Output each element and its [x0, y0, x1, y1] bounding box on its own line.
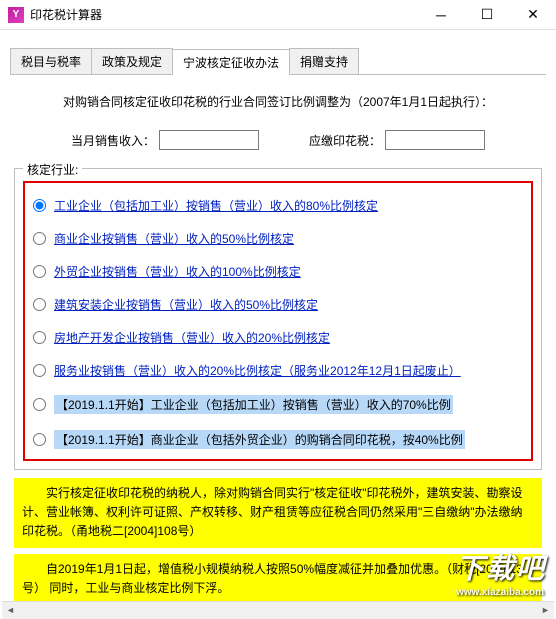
tax-input[interactable]: [385, 130, 485, 150]
sales-input-group: 当月销售收入：: [71, 130, 259, 150]
app-icon: Y: [8, 7, 24, 23]
maximize-button[interactable]: ☐: [464, 0, 510, 30]
fieldset-legend: 核定行业:: [23, 161, 82, 178]
sales-label: 当月销售收入：: [71, 132, 155, 149]
radio-label-0: 工业企业（包括加工业）按销售（营业）收入的80%比例核定: [54, 197, 378, 214]
window-titlebar: Y 印花税计算器 ─ ☐ ✕: [0, 0, 556, 30]
tax-input-group: 应缴印花税：: [309, 130, 485, 150]
radio-label-2: 外贸企业按销售（营业）收入的100%比例核定: [54, 263, 301, 280]
radio-item-0[interactable]: 工业企业（包括加工业）按销售（营业）收入的80%比例核定: [33, 189, 523, 222]
radio-4[interactable]: [33, 331, 46, 344]
radio-label-6: 【2019.1.1开始】工业企业（包括加工业）按销售（营业）收入的70%比例: [54, 395, 453, 414]
radio-label-3: 建筑安装企业按销售（营业）收入的50%比例核定: [54, 296, 318, 313]
radio-box: 工业企业（包括加工业）按销售（营业）收入的80%比例核定 商业企业按销售（营业）…: [23, 181, 533, 461]
radio-6[interactable]: [33, 398, 46, 411]
tab-ningbo[interactable]: 宁波核定征收办法: [172, 49, 290, 75]
window-controls: ─ ☐ ✕: [418, 0, 556, 30]
window-title: 印花税计算器: [30, 6, 418, 23]
note-2: 自2019年1月1日起，增值税小规模纳税人按照50%幅度减征并加叠加优惠。（财税…: [14, 554, 542, 604]
radio-0[interactable]: [33, 199, 46, 212]
minimize-button[interactable]: ─: [418, 0, 464, 30]
close-button[interactable]: ✕: [510, 0, 556, 30]
scroll-track[interactable]: [19, 602, 537, 619]
intro-text: 对购销合同核定征收印花税的行业合同签订比例调整为（2007年1月1日起执行）：: [10, 93, 546, 110]
radio-label-4: 房地产开发企业按销售（营业）收入的20%比例核定: [54, 329, 330, 346]
radio-item-6[interactable]: 【2019.1.1开始】工业企业（包括加工业）按销售（营业）收入的70%比例: [33, 387, 523, 422]
note-1: 实行核定征收印花税的纳税人，除对购销合同实行"核定征收"印花税外，建筑安装、勘察…: [14, 478, 542, 548]
radio-1[interactable]: [33, 232, 46, 245]
radio-item-4[interactable]: 房地产开发企业按销售（营业）收入的20%比例核定: [33, 321, 523, 354]
tab-donate[interactable]: 捐赠支持: [289, 48, 359, 74]
radio-3[interactable]: [33, 298, 46, 311]
tab-policy[interactable]: 政策及规定: [91, 48, 173, 74]
notes-area: 实行核定征收印花税的纳税人，除对购销合同实行"核定征收"印花税外，建筑安装、勘察…: [14, 478, 542, 604]
radio-item-3[interactable]: 建筑安装企业按销售（营业）收入的50%比例核定: [33, 288, 523, 321]
tab-rates[interactable]: 税目与税率: [10, 48, 92, 74]
sales-input[interactable]: [159, 130, 259, 150]
horizontal-scrollbar[interactable]: ◄ ►: [2, 601, 554, 618]
scroll-left-button[interactable]: ◄: [2, 602, 19, 619]
radio-5[interactable]: [33, 364, 46, 377]
scroll-right-button[interactable]: ►: [537, 602, 554, 619]
radio-label-1: 商业企业按销售（营业）收入的50%比例核定: [54, 230, 294, 247]
radio-label-7: 【2019.1.1开始】商业企业（包括外贸企业）的购销合同印花税，按40%比例: [54, 430, 465, 449]
input-row: 当月销售收入： 应缴印花税：: [10, 130, 546, 150]
tax-label: 应缴印花税：: [309, 132, 381, 149]
radio-2[interactable]: [33, 265, 46, 278]
radio-item-2[interactable]: 外贸企业按销售（营业）收入的100%比例核定: [33, 255, 523, 288]
radio-item-1[interactable]: 商业企业按销售（营业）收入的50%比例核定: [33, 222, 523, 255]
tab-bar: 税目与税率 政策及规定 宁波核定征收办法 捐赠支持: [10, 48, 546, 75]
radio-label-5: 服务业按销售（营业）收入的20%比例核定（服务业2012年12月1日起废止）: [54, 362, 461, 379]
content-area: 税目与税率 政策及规定 宁波核定征收办法 捐赠支持 对购销合同核定征收印花税的行…: [0, 30, 556, 618]
industry-fieldset: 核定行业: 工业企业（包括加工业）按销售（营业）收入的80%比例核定 商业企业按…: [14, 168, 542, 470]
radio-item-7[interactable]: 【2019.1.1开始】商业企业（包括外贸企业）的购销合同印花税，按40%比例: [33, 422, 523, 457]
radio-7[interactable]: [33, 433, 46, 446]
radio-item-5[interactable]: 服务业按销售（营业）收入的20%比例核定（服务业2012年12月1日起废止）: [33, 354, 523, 387]
